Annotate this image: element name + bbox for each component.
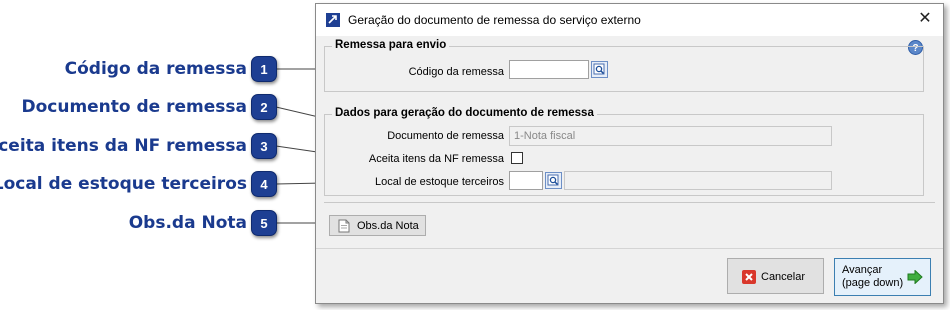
magnifier-icon <box>593 63 605 75</box>
documento-remessa-label: Documento de remessa <box>387 130 504 142</box>
local-estoque-label: Local de estoque terceiros <box>374 176 504 188</box>
annotation-label-2: Documento de remessa <box>21 97 247 117</box>
aceita-itens-label: Aceita itens da NF remessa <box>368 153 504 165</box>
dialog-title: Geração do documento de remessa do servi… <box>348 13 641 27</box>
obs-nota-button[interactable]: Obs.da Nota <box>329 215 426 236</box>
annotation-label-3: Aceita itens da NF remessa <box>0 136 247 156</box>
documento-remessa-select[interactable]: 1-Nota fiscal <box>509 126 832 146</box>
annotation-label-4: Local de estoque terceiros <box>0 174 247 194</box>
annotation-badge-1: 1 <box>251 56 277 82</box>
group-remessa-legend: Remessa para envio <box>332 39 450 51</box>
cancelar-button[interactable]: Cancelar <box>727 258 824 294</box>
document-icon <box>338 219 350 233</box>
avancar-label-line1: Avançar <box>842 264 883 276</box>
magnifier-icon <box>547 174 559 186</box>
separator <box>324 202 935 203</box>
avancar-label-line2: (page down) <box>842 277 904 289</box>
close-button[interactable]: ✕ <box>915 9 935 29</box>
footer-separator <box>316 248 943 249</box>
codigo-remessa-lookup-button[interactable] <box>591 61 608 78</box>
title-bar: Geração do documento de remessa do servi… <box>316 4 943 36</box>
annotation-badge-5: 5 <box>251 210 277 236</box>
codigo-remessa-input[interactable] <box>509 60 589 79</box>
annotation-badge-4: 4 <box>251 171 277 197</box>
annotation-badge-2: 2 <box>251 94 277 120</box>
aceita-itens-checkbox[interactable] <box>511 152 523 164</box>
annotation-badge-3: 3 <box>251 133 277 159</box>
codigo-remessa-label: Código da remessa <box>408 66 504 78</box>
cancel-x-icon <box>742 270 756 284</box>
avancar-button[interactable]: Avançar (page down) <box>834 258 931 296</box>
arrow-right-icon <box>907 270 923 284</box>
local-estoque-description <box>564 171 832 190</box>
local-estoque-code-input[interactable] <box>509 171 543 190</box>
documento-remessa-value: 1-Nota fiscal <box>514 130 576 142</box>
group-dados-legend: Dados para geração do documento de remes… <box>332 107 597 119</box>
annotation-label-5: Obs.da Nota <box>128 213 247 233</box>
cancelar-label: Cancelar <box>761 271 806 283</box>
dialog-window: Geração do documento de remessa do servi… <box>315 3 944 304</box>
annotation-label-1: Código da remessa <box>64 59 247 79</box>
app-icon <box>326 13 340 27</box>
local-estoque-lookup-button[interactable] <box>545 172 562 189</box>
obs-nota-label: Obs.da Nota <box>357 220 419 232</box>
